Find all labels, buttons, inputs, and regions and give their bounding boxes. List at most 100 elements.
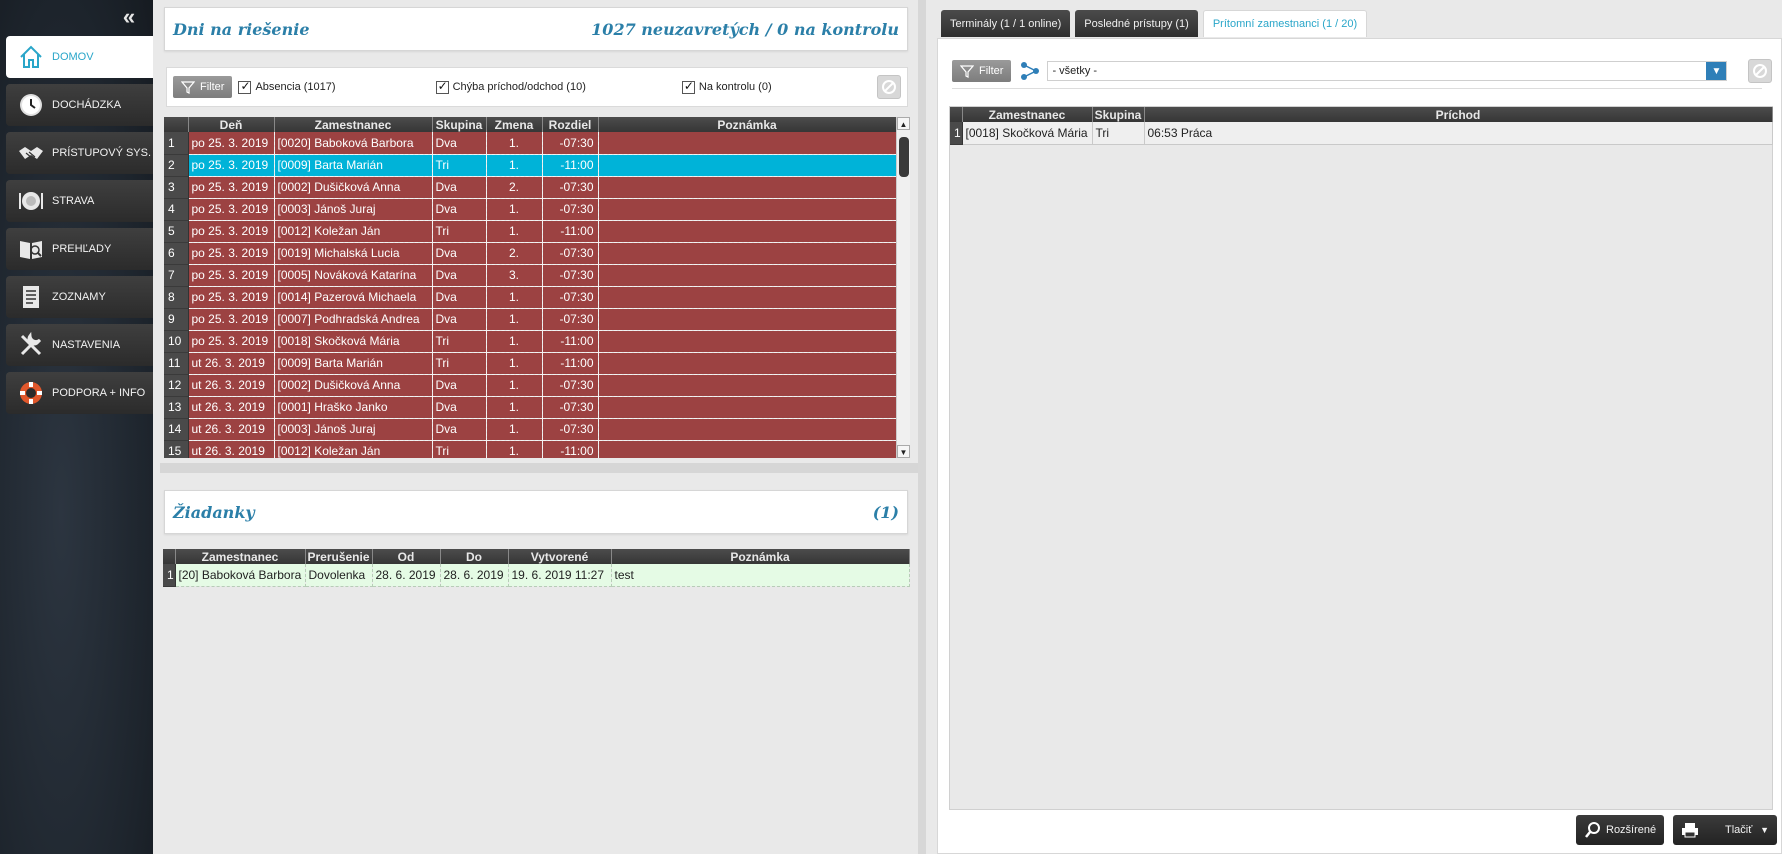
present-table: Zamestnanec Skupina Príchod 1 [0018] Skočko… [950,107,1773,145]
clear-filter-button[interactable] [877,75,901,99]
days-grid: Deň Zamestnanec Skupina Zmena Rozdiel Poznámk… [164,117,896,458]
table-row[interactable]: 7 po 25. 3. 2019 [0005] Nováková Katarína D… [164,264,896,287]
column-header[interactable]: Skupina [432,117,487,132]
nav-item-nastavenia[interactable]: NASTAVENIA [6,324,153,366]
checkbox-checked[interactable] [681,79,695,94]
column-header[interactable]: Od [372,549,441,564]
days-scrollbar[interactable]: ▲ ▼ [896,117,910,458]
nav-label: PRÍSTUPOVÝ SYS. [52,147,152,159]
collapse-sidebar-button[interactable]: « [119,6,139,28]
table-row[interactable]: 1 [0018] Skočková Mária Tri 06:53 Práca [950,122,1773,145]
checkbox-checked[interactable] [238,79,252,94]
table-cell: po 25. 3. 2019 [188,242,275,265]
tab-terminaly[interactable]: Terminály (1 / 1 online) [941,10,1071,37]
days-summary: 1027 neuzavretých / 0 na kontrolu [591,19,899,39]
scroll-thumb[interactable] [899,137,909,177]
table-row[interactable]: 1 [20] Baboková Barbora Dovolenka 28. 6. 20… [163,564,910,587]
table-row[interactable]: 8 po 25. 3. 2019 [0014] Pazerová Michaela D… [164,286,896,309]
table-row[interactable]: 3 po 25. 3. 2019 [0002] Dušičková Anna Dva 2… [164,176,896,199]
table-row[interactable]: 6 po 25. 3. 2019 [0019] Michalská Lucia Dva… [164,242,896,265]
column-header[interactable]: Skupina [1092,107,1145,122]
group-select[interactable]: - všetky - ▼ [1047,61,1728,81]
right-clear-filter-button[interactable] [1748,59,1772,83]
row-number-header[interactable] [163,549,176,564]
column-header[interactable]: Zamestnanec [962,107,1093,122]
tab-pritomni-zamestnanci[interactable]: Prítomní zamestnanci (1 / 20) [1202,10,1368,37]
table-cell: 1. [486,154,543,177]
table-cell: -07:30 [542,242,599,265]
table-cell: po 25. 3. 2019 [188,132,275,155]
table-row[interactable]: 9 po 25. 3. 2019 [0007] Podhradská Andrea D… [164,308,896,331]
column-header[interactable]: Do [440,549,509,564]
row-number-header[interactable] [164,117,189,132]
days-filter-button[interactable]: Filter [173,76,233,98]
chevron-down-icon[interactable]: ▼ [1706,62,1727,80]
column-header[interactable]: Poznámka [598,117,896,132]
requests-header: Žiadanky (1) [164,490,908,534]
table-cell: 3. [486,264,543,287]
table-row[interactable]: 12 ut 26. 3. 2019 [0002] Dušičková Anna Dva… [164,374,896,397]
nav-item-domov[interactable]: DOMOV [6,36,153,78]
nav-item-prehlady[interactable]: PREHĽADY [6,228,153,270]
row-number: 8 [164,286,189,309]
scroll-up-icon[interactable]: ▲ [897,117,910,130]
print-button[interactable]: Tlačiť ▼ [1673,815,1777,845]
checkbox-checked[interactable] [435,79,449,94]
column-header[interactable]: Zamestnanec [175,549,306,564]
column-header[interactable]: Prerušenie [305,549,373,564]
group-tree-icon[interactable] [1019,60,1041,82]
table-cell: Dva [432,418,487,441]
table-row[interactable]: 10 po 25. 3. 2019 [0018] Skočková Mária Tri… [164,330,896,353]
table-row[interactable]: 1 po 25. 3. 2019 [0020] Baboková Barbora Dv… [164,132,896,155]
chevron-down-icon[interactable]: ▼ [1760,825,1769,835]
column-header[interactable]: Príchod [1144,107,1773,122]
horizontal-splitter[interactable] [160,463,918,473]
nav-item-dochadzka[interactable]: DOCHÁDZKA [6,84,153,126]
present-table-header: Zamestnanec Skupina Príchod [950,107,1773,122]
table-cell: [0007] Podhradská Andrea [274,308,433,331]
table-row[interactable]: 13 ut 26. 3. 2019 [0001] Hraško Janko Dva 1.… [164,396,896,419]
table-cell: 06:53 Práca [1144,122,1773,145]
days-table-header: Deň Zamestnanec Skupina Zmena Rozdiel Poznámk… [164,117,896,132]
column-header[interactable]: Poznámka [611,549,910,564]
chyba-prichod-checkbox[interactable]: Chýba príchod/odchod (10) [435,79,586,94]
table-cell [598,198,896,221]
nav-item-strava[interactable]: STRAVA [6,180,153,222]
table-cell: [0003] Jánoš Juraj [274,418,433,441]
column-header[interactable]: Zamestnanec [274,117,433,132]
column-header[interactable]: Vytvorené [508,549,612,564]
nav-item-zoznamy[interactable]: ZOZNAMY [6,276,153,318]
table-row[interactable]: 2 po 25. 3. 2019 [0009] Barta Marián Tri 1. -… [164,154,896,177]
column-header[interactable]: Rozdiel [542,117,599,132]
block-icon [1753,64,1767,78]
table-cell: [20] Baboková Barbora [175,564,306,587]
nav-item-pristupovy[interactable]: PRÍSTUPOVÝ SYS. [6,132,153,174]
absencia-checkbox[interactable]: Absencia (1017) [238,79,336,94]
nav-item-podpora[interactable]: PODPORA + INFO [6,372,153,414]
right-filter-button[interactable]: Filter [952,60,1012,82]
column-header[interactable]: Deň [188,117,275,132]
table-cell: Dva [432,198,487,221]
scroll-down-icon[interactable]: ▼ [897,445,910,458]
column-header[interactable]: Zmena [486,117,543,132]
days-title: Dni na riešenie [173,19,310,39]
table-cell: -07:30 [542,198,599,221]
vertical-splitter[interactable] [918,0,926,854]
tab-posledne-pristupy[interactable]: Posledné prístupy (1) [1075,10,1198,37]
table-cell: po 25. 3. 2019 [188,264,275,287]
table-cell: [0020] Baboková Barbora [274,132,433,155]
table-cell [598,352,896,375]
na-kontrolu-checkbox[interactable]: Na kontrolu (0) [681,79,772,94]
advanced-button[interactable]: Rozšírené [1576,815,1665,845]
table-row[interactable]: 4 po 25. 3. 2019 [0003] Jánoš Juraj Dva 1. -0… [164,198,896,221]
table-row[interactable]: 11 ut 26. 3. 2019 [0009] Barta Marián Tri 1.… [164,352,896,375]
table-row[interactable]: 5 po 25. 3. 2019 [0012] Koležan Ján Tri 1. -1… [164,220,896,243]
table-cell: po 25. 3. 2019 [188,176,275,199]
table-cell [598,396,896,419]
row-number-header[interactable] [950,107,963,122]
row-number: 11 [164,352,189,375]
table-row[interactable]: 15 ut 26. 3. 2019 [0012] Koležan Ján Tri 1. -… [164,440,896,458]
wrench-icon [16,330,46,360]
table-row[interactable]: 14 ut 26. 3. 2019 [0003] Jánoš Juraj Dva 1. -… [164,418,896,441]
clock-icon [16,90,46,120]
